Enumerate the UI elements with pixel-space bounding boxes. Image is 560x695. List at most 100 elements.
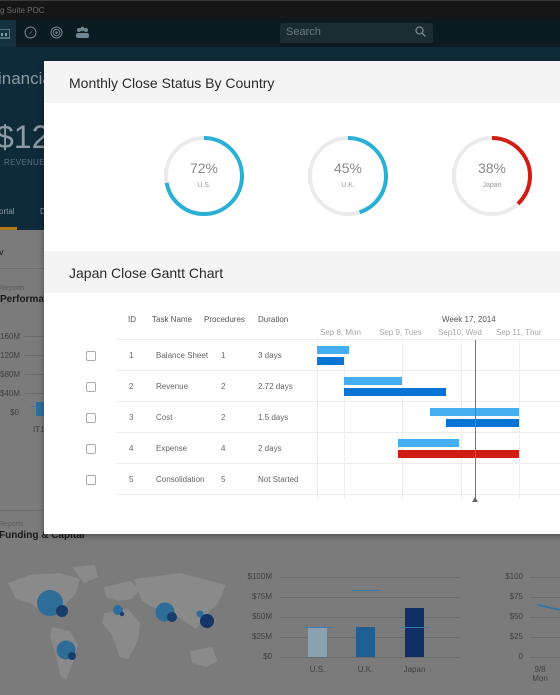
tab-portal[interactable]: ortal [0, 207, 15, 216]
window-titlebar: g Suite POC [0, 0, 560, 20]
home-card-icon [0, 29, 10, 39]
donut-label: U.K. [341, 182, 355, 189]
cell-id: 5 [129, 475, 134, 484]
status-title: Monthly Close Status By Country [69, 75, 275, 91]
day-label: Sep 11, Thur [496, 328, 542, 337]
perf-tick: 120M [0, 351, 21, 360]
column-header-task[interactable]: Task Name [152, 315, 192, 324]
gridline [530, 577, 560, 578]
gantt-row[interactable]: 5 Consolidation 5 Not Started [86, 464, 560, 495]
section-label: v [0, 247, 4, 257]
gantt-bar-actual[interactable] [343, 388, 447, 396]
gridline [24, 336, 44, 337]
line-tick: 0 [518, 652, 523, 661]
gridline [280, 597, 460, 598]
perf-bar [36, 402, 44, 416]
today-marker[interactable] [475, 340, 477, 500]
world-map [8, 565, 226, 680]
funding-reports-label: Reports [0, 521, 24, 528]
gantt-bar-actual[interactable] [446, 419, 520, 427]
cell-duration: 2.72 days [258, 382, 293, 391]
search-icon[interactable] [415, 26, 426, 40]
gridline [24, 393, 44, 394]
revenue-amount: $12 [0, 119, 50, 155]
bar-tick: $100M [247, 572, 272, 581]
gantt-bar-actual[interactable] [397, 450, 520, 458]
gridline [24, 355, 44, 356]
gantt-bar-actual[interactable] [317, 357, 344, 365]
gantt-bar-plan[interactable] [343, 377, 402, 385]
divider [0, 268, 44, 269]
cell-id: 2 [129, 382, 134, 391]
cell-id: 1 [129, 351, 134, 360]
bar-category: U.K. [357, 665, 374, 674]
funding-target [303, 626, 333, 629]
line-series [537, 604, 560, 611]
row-checkbox[interactable] [86, 413, 96, 423]
timeline-gridline [344, 340, 345, 499]
line-path [537, 604, 560, 611]
column-header-duration[interactable]: Duration [258, 315, 288, 324]
home-button[interactable] [0, 20, 16, 47]
cell-procedures: 2 [221, 382, 226, 391]
day-label: Sep10, Wed [438, 328, 482, 337]
people-icon[interactable] [75, 26, 89, 40]
donut-uk: 45% U.K. [306, 134, 390, 218]
row-checkbox[interactable] [86, 444, 96, 454]
gantt-row[interactable]: 2 Revenue 2 2.72 days [86, 371, 560, 402]
funding-bar [308, 626, 327, 657]
cell-procedures: 2 [221, 413, 226, 422]
gantt-header: Japan Close Gantt Chart [44, 251, 560, 293]
gantt-row[interactable]: 3 Cost 2 1.5 days [86, 402, 560, 433]
donut-label: U.S. [197, 182, 211, 189]
gantt-title: Japan Close Gantt Chart [69, 265, 224, 281]
row-checkbox[interactable] [86, 382, 96, 392]
line-tick: $50 [509, 612, 523, 621]
cell-task: Balance Sheet [156, 351, 209, 360]
funding-target [351, 589, 381, 592]
compass-icon[interactable] [23, 26, 37, 40]
cell-duration: 1.5 days [258, 413, 289, 422]
column-header-procedures[interactable]: Procedures [204, 315, 245, 324]
gridline [530, 637, 560, 638]
cell-id: 4 [129, 444, 134, 453]
gantt-bar-plan[interactable] [397, 439, 460, 447]
donut-percent: 45% [333, 160, 363, 176]
row-checkbox[interactable] [86, 475, 96, 485]
gridline [24, 374, 44, 375]
target-icon[interactable] [49, 26, 63, 40]
bar-tick: $25M [251, 632, 272, 641]
divider [0, 510, 44, 511]
donut-percent: 72% [189, 160, 219, 176]
gridline [280, 657, 460, 658]
cell-task: Revenue [156, 382, 189, 391]
timeline-gridline [519, 340, 520, 499]
cell-duration: 2 days [258, 444, 282, 453]
today-marker-handle[interactable] [472, 497, 479, 502]
gantt-bar-plan[interactable] [317, 346, 350, 354]
funding-bar [356, 626, 375, 657]
app-toolbar [0, 20, 560, 47]
funding-target [400, 626, 430, 629]
search-input[interactable] [286, 26, 406, 38]
line-tick: $75 [509, 592, 523, 601]
timeline-gridline [402, 340, 403, 499]
cell-duration: Not Started [258, 475, 299, 484]
cell-procedures: 4 [221, 444, 226, 453]
cell-task: Consolidation [156, 475, 205, 484]
close-status-modal: Monthly Close Status By Country 72% U.S. 4… [44, 61, 560, 534]
search-box[interactable] [280, 23, 433, 43]
gridline [280, 617, 460, 618]
donut-us: 72% U.S. [162, 134, 246, 218]
cell-task: Expense [156, 444, 188, 453]
bar-tick: $0 [263, 652, 272, 661]
column-header-id[interactable]: ID [128, 315, 136, 324]
perf-reports-label: Reports [0, 285, 25, 292]
revenue-label: REVENUE [4, 158, 45, 167]
gantt-row[interactable]: 4 Expense 4 2 days [86, 433, 560, 464]
gantt-row[interactable]: 1 Balance Sheet 1 3 days [86, 340, 560, 371]
week-label: Week 17, 2014 [442, 315, 496, 324]
day-label: Sep 9, Tues [379, 328, 422, 337]
row-checkbox[interactable] [86, 351, 96, 361]
donut-percent: 38% [477, 160, 507, 176]
